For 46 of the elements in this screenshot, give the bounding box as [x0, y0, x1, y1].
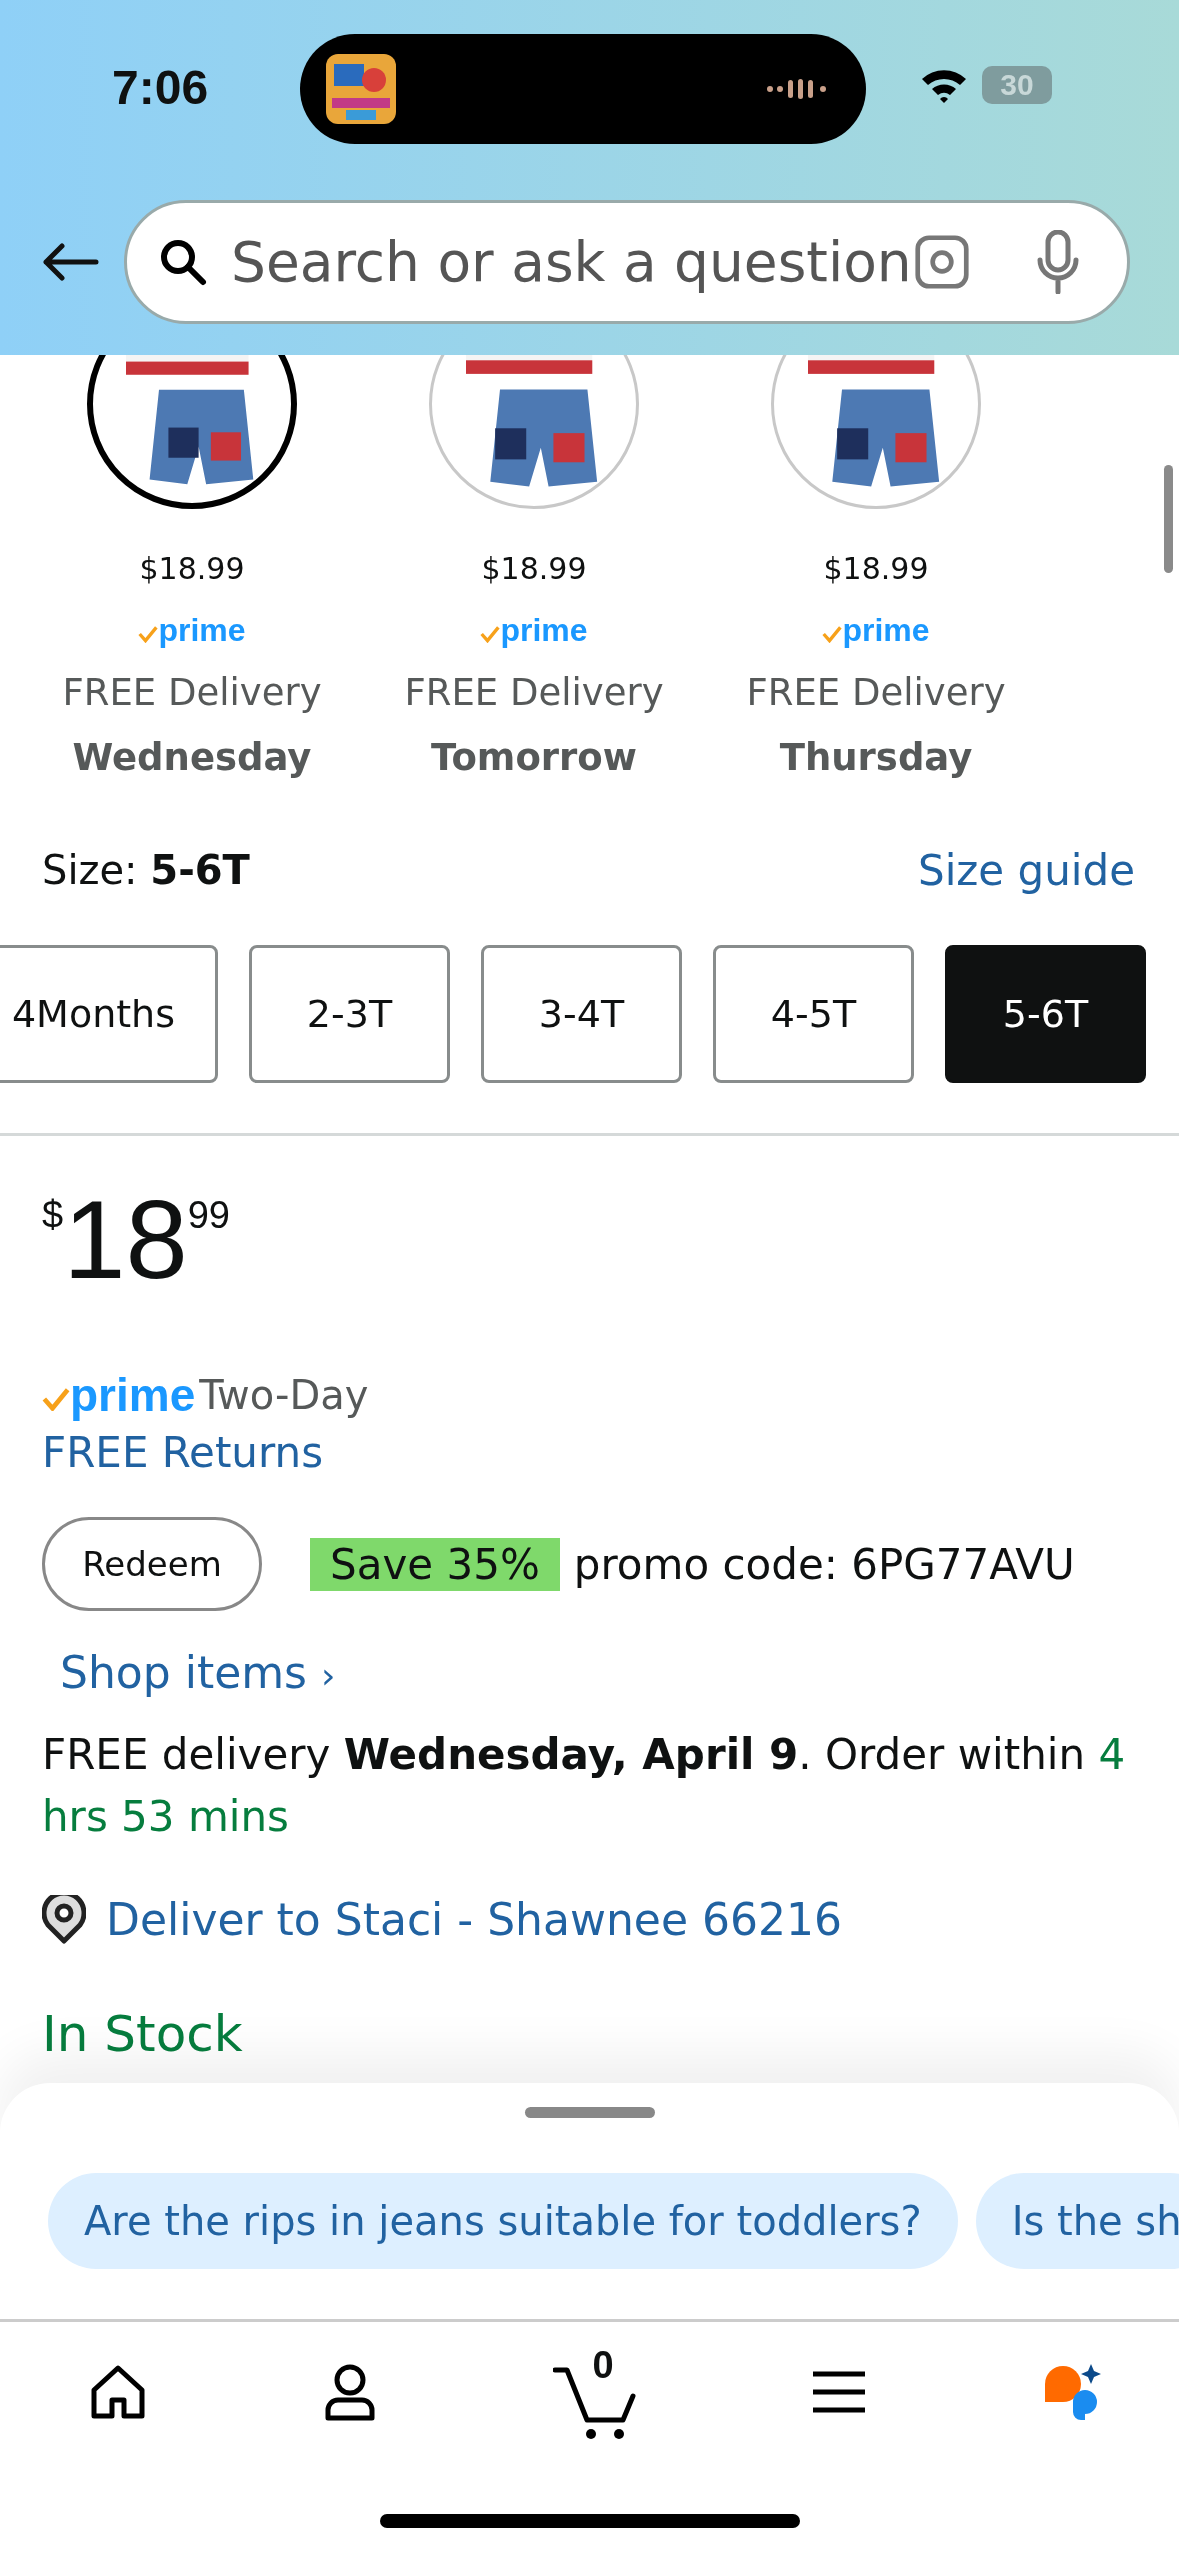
check-icon [138, 624, 159, 643]
prime-logo: prime [842, 612, 930, 649]
size-option[interactable]: 5-6T [945, 945, 1146, 1083]
delivery-day: Tomorrow [431, 736, 637, 779]
cart-count: 0 [592, 2344, 614, 2387]
size-guide-link[interactable]: Size guide [918, 845, 1135, 895]
cart-button[interactable]: 0 [552, 2344, 637, 2440]
promo-code: promo code: 6PG77AVU [573, 1539, 1075, 1589]
wifi-icon [920, 67, 968, 103]
variant-price: $18.99 [823, 551, 929, 586]
prime-logo: prime [70, 1368, 196, 1422]
stock-status: In Stock [42, 2005, 243, 2063]
size-option[interactable]: 2-3T [249, 945, 450, 1083]
suggestion-chip[interactable]: Is the sh [975, 2173, 1179, 2269]
size-option[interactable]: 4-5T [713, 945, 914, 1083]
delivery-label: FREE Delivery [746, 671, 1006, 714]
album-art-icon [326, 54, 396, 124]
free-returns-link[interactable]: FREE Returns [42, 1428, 324, 1477]
status-time: 7:06 [112, 60, 209, 115]
delivery-message: FREE delivery Wednesday, April 9. Order within 4 hrs 53 mins [42, 1729, 1127, 1843]
size-option[interactable]: 4Months [0, 945, 218, 1083]
size-option[interactable]: 3-4T [481, 945, 682, 1083]
check-icon [822, 624, 843, 643]
prime-logo: prime [500, 612, 588, 649]
check-icon [42, 1387, 70, 1411]
camera-scan-icon[interactable] [914, 234, 970, 290]
drag-handle[interactable] [524, 2107, 655, 2118]
delivery-label: FREE Delivery [404, 671, 664, 714]
check-icon [480, 624, 501, 643]
shop-items-link[interactable]: Shop items › [60, 1647, 336, 1698]
delivery-day: Thursday [779, 736, 973, 779]
shipping-speed: Two-Day [199, 1372, 369, 1418]
size-label: Size: 5-6T [42, 847, 250, 893]
delivery-label: FREE Delivery [62, 671, 322, 714]
redeem-button[interactable]: Redeem [42, 1517, 262, 1611]
suggestion-chip[interactable]: Are the rips in jeans suitable for toddlers? [48, 2173, 958, 2269]
variant-price: $18.99 [481, 551, 587, 586]
battery-icon: 30 [982, 66, 1052, 104]
deliver-to-link[interactable]: Deliver to Staci - Shawnee 66216 [106, 1894, 842, 1945]
delivery-day: Wednesday [72, 736, 312, 779]
search-field[interactable]: Search or ask a question [124, 200, 1130, 324]
prime-logo: prime [158, 612, 246, 649]
discount-badge: Save 35% [310, 1537, 560, 1591]
location-pin-icon [42, 1894, 86, 1945]
microphone-icon[interactable] [1036, 230, 1080, 294]
variant-price: $18.99 [139, 551, 245, 586]
